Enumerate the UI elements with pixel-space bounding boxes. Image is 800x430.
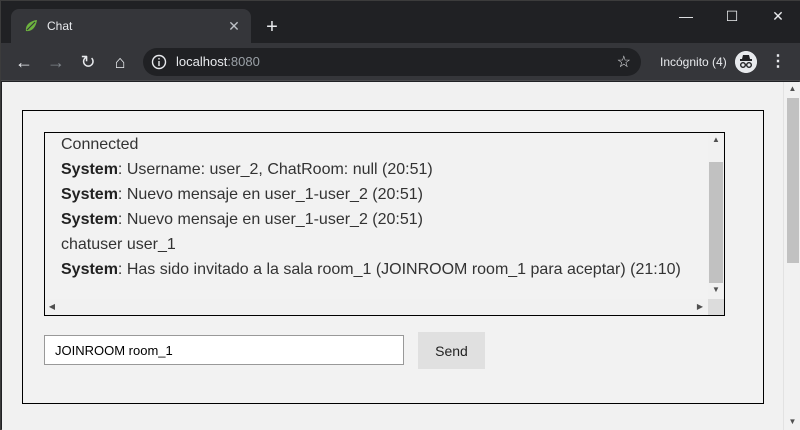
scroll-right-icon[interactable]: ▶ [693, 300, 707, 314]
message-text: Connected [61, 136, 139, 153]
message-text: : Nuevo mensaje en user_1-user_2 (20:51) [117, 211, 423, 228]
url-text: localhost:8080 [176, 54, 260, 69]
star-icon[interactable]: ☆ [617, 52, 631, 72]
message-sender: System [61, 161, 118, 178]
chat-message: chatuser user_1 [61, 234, 704, 259]
message-input[interactable] [44, 335, 404, 365]
chat-message: Connected [61, 134, 704, 159]
scroll-left-icon[interactable]: ◀ [45, 300, 59, 314]
incognito-label[interactable]: Incógnito (4) [660, 55, 727, 69]
chat-panel: Connected System: Username: user_2, ChatR… [22, 110, 764, 404]
page-scroll-down-icon[interactable]: ▼ [784, 415, 800, 429]
message-text: : Has sido invitado a la sala room_1 (JO… [117, 261, 681, 278]
plus-icon[interactable]: + [259, 15, 285, 41]
kebab-menu-icon[interactable]: ⋮ [769, 51, 787, 73]
tab-chat[interactable]: Chat ✕ [11, 9, 251, 43]
page-viewport: Connected System: Username: user_2, ChatR… [2, 82, 800, 430]
info-icon[interactable] [151, 54, 167, 70]
close-icon[interactable]: ✕ [225, 17, 243, 35]
tab-strip: Chat ✕ + — ☐ ✕ [1, 1, 800, 43]
back-arrow-icon[interactable]: ← [10, 48, 38, 76]
incognito-icon[interactable] [735, 51, 757, 73]
spring-leaf-icon [25, 20, 37, 32]
scrollbar-corner [708, 299, 724, 315]
home-icon[interactable]: ⌂ [106, 48, 134, 76]
tab-title: Chat [47, 19, 73, 33]
chat-message: System: Has sido invitado a la sala room… [61, 259, 704, 284]
chat-message: System: Nuevo mensaje en user_1-user_2 (… [61, 209, 704, 234]
message-log[interactable]: Connected System: Username: user_2, ChatR… [44, 132, 725, 316]
forward-arrow-icon[interactable]: → [42, 48, 70, 76]
page-scroll-thumb[interactable] [787, 98, 799, 263]
message-sender: System [61, 261, 118, 278]
close-window-icon[interactable]: ✕ [755, 1, 800, 31]
message-text: : Nuevo mensaje en user_1-user_2 (20:51) [117, 186, 423, 203]
maximize-icon[interactable]: ☐ [709, 1, 755, 31]
address-bar[interactable]: localhost:8080 ☆ [143, 48, 641, 76]
reload-icon[interactable]: ↻ [74, 48, 102, 76]
page-scrollbar[interactable]: ▲ ▼ [783, 82, 800, 430]
chat-message: System: Username: user_2, ChatRoom: null… [61, 159, 704, 184]
message-sender: System [61, 186, 118, 203]
message-horizontal-scrollbar[interactable]: ◀ ▶ [45, 299, 709, 315]
browser-window: Chat ✕ + — ☐ ✕ ← → ↻ ⌂ localhost:8080 ☆ … [0, 0, 800, 430]
scroll-up-icon[interactable]: ▲ [708, 133, 724, 147]
chat-message: System: Nuevo mensaje en user_1-user_2 (… [61, 184, 704, 209]
scroll-down-icon[interactable]: ▼ [708, 283, 724, 297]
message-text: chatuser user_1 [61, 236, 176, 253]
url-host: localhost [176, 54, 228, 69]
toolbar: ← → ↻ ⌂ localhost:8080 ☆ Incógnito (4) ⋮ [1, 43, 800, 81]
message-scroll-thumb[interactable] [709, 162, 723, 283]
message-sender: System [61, 211, 118, 228]
send-button[interactable]: Send [418, 332, 485, 369]
minimize-icon[interactable]: — [663, 1, 709, 31]
page-scroll-up-icon[interactable]: ▲ [784, 82, 800, 96]
message-text: : Username: user_2, ChatRoom: null (20:5… [117, 161, 433, 178]
url-port: :8080 [227, 54, 260, 69]
message-list: Connected System: Username: user_2, ChatR… [61, 134, 704, 284]
message-vertical-scrollbar[interactable]: ▲ ▼ [708, 133, 724, 300]
